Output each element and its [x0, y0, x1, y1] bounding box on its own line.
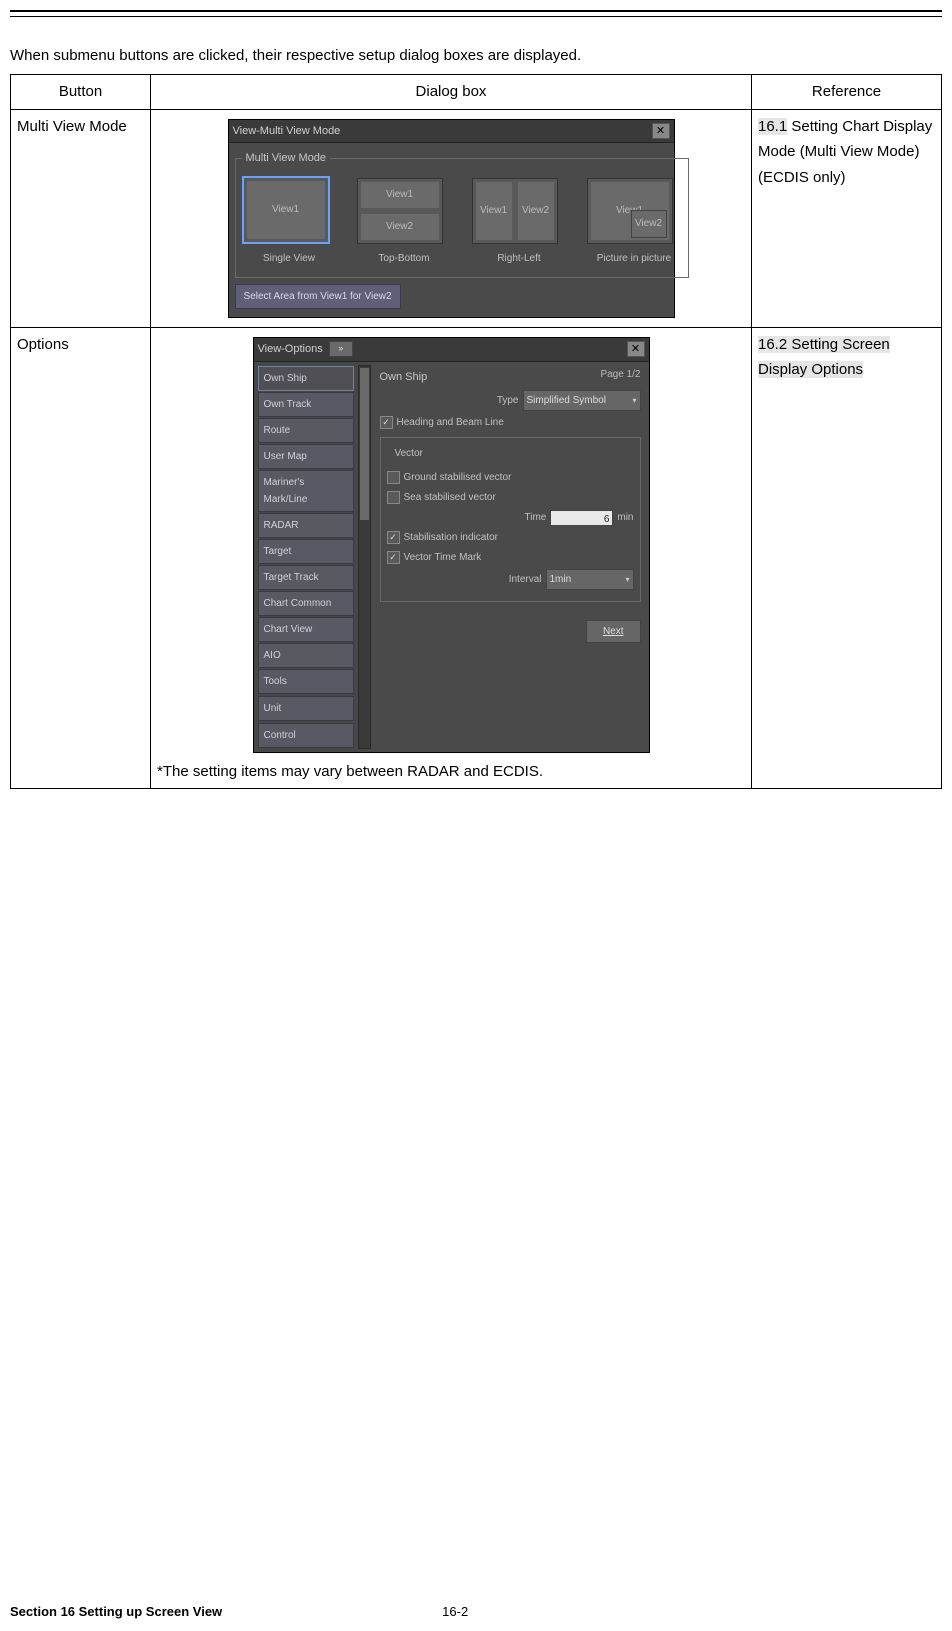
cell-reference-multiview: 16.1 Setting Chart Display Mode (Multi V… — [752, 109, 942, 327]
dialog-title: View-Options — [258, 340, 323, 359]
sidebar-item-unit[interactable]: Unit — [258, 696, 354, 721]
next-button[interactable]: Next — [586, 620, 641, 643]
thumb-cell: View2 — [631, 210, 667, 238]
reference-link-16-1: 16.1 — [758, 118, 787, 135]
time-input[interactable]: 6 — [550, 510, 613, 526]
sidebar-item-radar[interactable]: RADAR — [258, 513, 354, 538]
multiview-legend: Multi View Mode — [242, 149, 331, 168]
type-select[interactable]: Simplified Symbol ▾ — [523, 390, 641, 411]
multiview-caption: Picture in picture — [587, 250, 682, 267]
header-rule-thick — [10, 10, 942, 12]
options-dialog: View-Options » ✕ Own Ship Own Track Rout… — [253, 337, 650, 753]
stabilisation-label: Stabilisation indicator — [404, 529, 499, 546]
type-value: Simplified Symbol — [527, 392, 606, 409]
thumb-cell: View1 — [247, 181, 325, 239]
cell-dialog-multiview: View-Multi View Mode ✕ Multi View Mode V… — [151, 109, 752, 327]
sidebar-item-chart-common[interactable]: Chart Common — [258, 591, 354, 616]
multiview-dialog: View-Multi View Mode ✕ Multi View Mode V… — [228, 119, 675, 318]
col-header-dialog: Dialog box — [151, 75, 752, 110]
page-footer: Section 16 Setting up Screen View 16-2 — [10, 1604, 942, 1619]
sea-checkbox[interactable] — [387, 491, 400, 504]
multiview-option-topbottom[interactable]: View1 View2 Top-Bottom — [357, 178, 452, 267]
sidebar-scrollbar[interactable] — [358, 365, 371, 749]
interval-select[interactable]: 1min ▾ — [546, 569, 634, 590]
cell-button-options: Options — [11, 327, 151, 788]
sidebar-item-route[interactable]: Route — [258, 418, 354, 443]
vector-time-mark-label: Vector Time Mark — [404, 549, 482, 566]
multiview-caption: Right-Left — [472, 250, 567, 267]
sidebar-item-user-map[interactable]: User Map — [258, 444, 354, 469]
close-icon[interactable]: ✕ — [652, 123, 670, 139]
submenu-table: Button Dialog box Reference Multi View M… — [10, 74, 942, 789]
interval-label: Interval — [509, 571, 542, 588]
multiview-option-pip[interactable]: View1 View2 Picture in picture — [587, 178, 682, 267]
sidebar-item-target-track[interactable]: Target Track — [258, 565, 354, 590]
page-indicator: Page 1/2 — [600, 366, 640, 383]
sidebar-item-aio[interactable]: AIO — [258, 643, 354, 668]
options-sidebar: Own Ship Own Track Route User Map Marine… — [254, 362, 372, 752]
sidebar-item-chart-view[interactable]: Chart View — [258, 617, 354, 642]
multiview-option-single[interactable]: View1 Single View — [242, 176, 337, 267]
options-footnote: *The setting items may vary between RADA… — [157, 759, 745, 785]
heading-label: Heading and Beam Line — [397, 414, 504, 431]
sea-label: Sea stabilised vector — [404, 489, 496, 506]
thumb-cell: View1 — [361, 182, 439, 208]
table-row: Multi View Mode View-Multi View Mode ✕ M… — [11, 109, 942, 327]
col-header-reference: Reference — [752, 75, 942, 110]
sidebar-item-control[interactable]: Control — [258, 723, 354, 748]
time-unit: min — [617, 509, 633, 526]
footer-section: Section 16 Setting up Screen View — [10, 1604, 222, 1619]
sidebar-item-tools[interactable]: Tools — [258, 669, 354, 694]
footer-page-number: 16-2 — [442, 1604, 468, 1619]
ground-label: Ground stabilised vector — [404, 469, 512, 486]
multiview-caption: Top-Bottom — [357, 250, 452, 267]
ground-checkbox[interactable] — [387, 471, 400, 484]
cell-button-multiview: Multi View Mode — [11, 109, 151, 327]
select-area-button[interactable]: Select Area from View1 for View2 — [235, 284, 401, 309]
col-header-button: Button — [11, 75, 151, 110]
sidebar-item-mariners-mark[interactable]: Mariner's Mark/Line — [258, 470, 354, 512]
header-rule-thin — [10, 16, 942, 17]
multiview-option-rightleft[interactable]: View1 View2 Right-Left — [472, 178, 567, 267]
intro-text: When submenu buttons are clicked, their … — [10, 47, 942, 64]
type-label: Type — [497, 392, 519, 409]
thumb-cell: View1 — [476, 182, 512, 240]
vector-legend: Vector — [391, 445, 427, 462]
sidebar-item-own-track[interactable]: Own Track — [258, 392, 354, 417]
multiview-caption: Single View — [242, 250, 337, 267]
time-label: Time — [525, 509, 547, 526]
dialog-title: View-Multi View Mode — [233, 122, 341, 141]
stabilisation-checkbox[interactable]: ✓ — [387, 531, 400, 544]
vector-time-mark-checkbox[interactable]: ✓ — [387, 551, 400, 564]
cell-dialog-options: View-Options » ✕ Own Ship Own Track Rout… — [151, 327, 752, 788]
heading-checkbox[interactable]: ✓ — [380, 416, 393, 429]
thumb-cell: View2 — [518, 182, 554, 240]
chevron-down-icon: ▾ — [632, 394, 636, 408]
thumb-cell: View2 — [361, 214, 439, 240]
chevron-down-icon: ▾ — [625, 573, 629, 587]
sidebar-item-own-ship[interactable]: Own Ship — [258, 366, 354, 391]
close-icon[interactable]: ✕ — [627, 341, 645, 357]
sidebar-item-target[interactable]: Target — [258, 539, 354, 564]
collapse-icon[interactable]: » — [329, 341, 353, 357]
cell-reference-options: 16.2 Setting Screen Display Options — [752, 327, 942, 788]
table-row: Options View-Options » ✕ Own Ship — [11, 327, 942, 788]
interval-value: 1min — [550, 571, 572, 588]
reference-link-16-2: 16.2 Setting Screen Display Options — [758, 336, 890, 379]
